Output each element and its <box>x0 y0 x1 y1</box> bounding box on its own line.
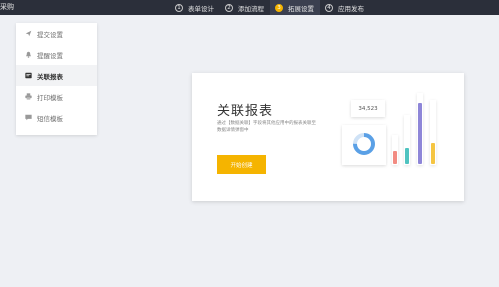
printer-icon <box>25 93 32 100</box>
report-bar <box>405 148 409 164</box>
report-bar <box>393 151 397 164</box>
message-icon <box>25 114 32 121</box>
donut-chart <box>353 133 375 155</box>
start-create-button[interactable]: 开始创建 <box>217 155 266 174</box>
sidebar-item-reminder-settings[interactable]: 提醒设置 <box>16 44 97 65</box>
sidebar-item-sms-template[interactable]: 短信模板 <box>16 107 97 128</box>
bell-icon <box>25 51 32 58</box>
step-number: 1 <box>175 3 183 12</box>
top-bar: 采购 1 表单设计 2 添加流程 3 拓展设置 4 应用发布 <box>0 0 499 15</box>
sidebar-item-submit-settings[interactable]: 提交设置 <box>16 23 97 44</box>
description-text: 通过【数据关联】字段将其他应用中的报表关联至数据详情弹窗中 <box>217 121 316 133</box>
step-label: 应用发布 <box>338 4 364 13</box>
send-icon <box>25 30 32 37</box>
page-title: 关联报表 <box>217 104 274 119</box>
sidebar-item-label: 提交设置 <box>37 30 63 39</box>
step-extended-settings[interactable]: 3 拓展设置 <box>270 0 320 15</box>
related-report-card: 关联报表 通过【数据关联】字段将其他应用中的报表关联至数据详情弹窗中 开始创建 … <box>192 73 464 201</box>
sidebar-item-label: 提醒设置 <box>37 51 63 60</box>
sidebar-item-label: 关联报表 <box>37 72 63 81</box>
step-app-publish[interactable]: 4 应用发布 <box>320 0 370 15</box>
report-bar <box>431 143 435 164</box>
step-label: 添加流程 <box>238 4 264 13</box>
report-bar <box>418 103 422 164</box>
sidebar-item-print-template[interactable]: 打印模板 <box>16 86 97 107</box>
step-label: 表单设计 <box>188 4 214 13</box>
step-form-design[interactable]: 1 表单设计 <box>170 0 220 15</box>
step-number: 4 <box>325 3 333 12</box>
step-number: 3 <box>275 3 283 12</box>
sidebar-item-label: 短信模板 <box>37 114 63 123</box>
stat-value: 34,523 <box>358 105 378 112</box>
sidebar-item-related-report[interactable]: 关联报表 <box>16 65 97 86</box>
report-icon <box>25 72 32 79</box>
step-add-process[interactable]: 2 添加流程 <box>220 0 270 15</box>
settings-sidebar: 提交设置 提醒设置 关联报表 打印模板 短信模板 <box>16 23 97 135</box>
step-number: 2 <box>225 3 233 12</box>
step-nav: 1 表单设计 2 添加流程 3 拓展设置 4 应用发布 <box>170 0 370 15</box>
stat-box: 34,523 <box>351 100 385 117</box>
sidebar-item-label: 打印模板 <box>37 93 63 102</box>
step-label: 拓展设置 <box>288 4 314 13</box>
app-title: 采购 <box>0 3 14 11</box>
donut-chart-box <box>342 125 386 165</box>
report-illustration: 34,523 <box>342 93 442 170</box>
